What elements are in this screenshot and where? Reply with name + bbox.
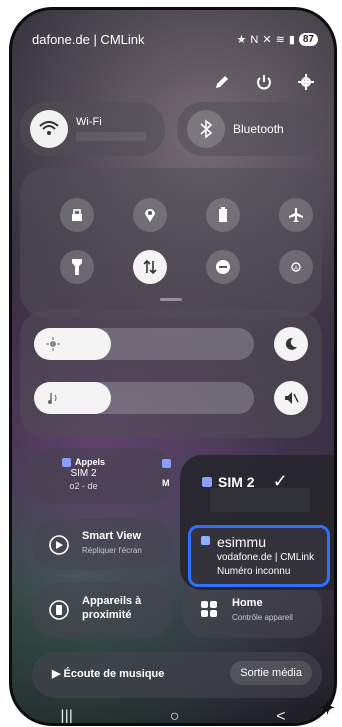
sim-icon: [202, 476, 212, 487]
signal-icon: ▮: [288, 34, 295, 46]
calls-title: Appels: [75, 457, 106, 467]
lock-icon[interactable]: [60, 198, 94, 232]
smart-view-tile[interactable]: Smart View Répliquer l'écran: [32, 518, 172, 570]
wifi-icon: [30, 110, 68, 148]
recents-button[interactable]: |||: [60, 708, 72, 723]
sim-selector-dropdown: SIM 2 ✓ esimmu vodafone.de | CMLink Numé…: [180, 455, 334, 590]
power-icon[interactable]: [256, 74, 272, 90]
sound-mode-icon[interactable]: [274, 381, 308, 415]
svg-text:A: A: [294, 266, 298, 272]
calls-sim: SIM 2: [70, 468, 97, 479]
sliders-panel: [20, 310, 322, 438]
media-output-bar[interactable]: ▶ Écoute de musique Sortie média: [32, 652, 322, 698]
home-tile[interactable]: Home Contrôle appareil: [182, 582, 322, 638]
bluetooth-toggle[interactable]: Bluetooth: [177, 102, 322, 156]
gear-icon[interactable]: [298, 74, 314, 90]
esim-number: Numéro inconnu: [217, 566, 291, 577]
music-note-icon: [48, 393, 57, 404]
wifi-status-icon: ≋: [275, 34, 285, 46]
smart-view-subtitle: Répliquer l'écran: [82, 546, 142, 555]
play-icon: ▶: [52, 668, 64, 680]
accessibility-icon[interactable]: ✦: [320, 698, 335, 719]
nearby-title-line2: proximité: [82, 609, 132, 621]
flashlight-icon[interactable]: [60, 250, 94, 284]
location-icon[interactable]: [133, 198, 167, 232]
home-title: Home: [232, 597, 263, 609]
back-button[interactable]: <: [276, 708, 285, 723]
nfc-icon: N: [250, 33, 259, 46]
top-actions: [214, 74, 314, 90]
grid-icon: [201, 601, 217, 617]
calls-sim-card[interactable]: Appels SIM 2 o2 - de: [32, 448, 170, 504]
data-transfer-icon[interactable]: [133, 250, 167, 284]
airplane-icon[interactable]: [279, 198, 313, 232]
music-label: Écoute de musique: [63, 668, 165, 680]
esim-operator: vodafone.de | CMLink: [217, 552, 315, 563]
calls-operator: o2 - de: [69, 481, 98, 491]
bluetooth-label: Bluetooth: [233, 122, 284, 136]
bluetooth-icon: [187, 110, 225, 148]
nearby-title-line1: Appareils à: [82, 595, 142, 607]
battery-saver-icon[interactable]: [206, 198, 240, 232]
wifi-network-name: [76, 132, 146, 141]
wifi-toggle[interactable]: Wi-Fi: [20, 102, 165, 156]
pencil-icon[interactable]: [214, 74, 230, 90]
navigation-bar: ||| ○ <: [12, 705, 334, 723]
home-subtitle: Contrôle appareil: [232, 613, 293, 622]
brightness-slider[interactable]: [34, 328, 254, 360]
quick-settings-grid: A: [20, 168, 322, 318]
do-not-disturb-icon[interactable]: [206, 250, 240, 284]
sim-icon: [162, 459, 171, 469]
wifi-label: Wi-Fi: [76, 116, 102, 128]
mute-icon: ✕: [262, 34, 272, 46]
sun-icon: [46, 337, 60, 351]
status-icons: ★ N ✕ ≋ ▮ 87: [237, 33, 318, 46]
status-bar: dafone.de | CMLink ★ N ✕ ≋ ▮ 87: [32, 32, 318, 47]
panel-drag-handle[interactable]: [160, 298, 182, 301]
volume-slider[interactable]: [34, 382, 254, 414]
home-button[interactable]: ○: [170, 708, 180, 723]
second-sim-card[interactable]: M: [162, 455, 182, 488]
star-icon: ★: [236, 34, 247, 46]
sim2-detail: [210, 488, 310, 512]
battery-badge: 87: [298, 33, 318, 46]
media-output-button[interactable]: Sortie média: [230, 661, 312, 685]
second-sim-prefix: M: [162, 478, 170, 488]
music-label-row: ▶ Écoute de musique: [52, 667, 164, 680]
smart-view-icon: [49, 535, 69, 555]
esim-name: esimmu: [217, 534, 267, 550]
phone-screen: dafone.de | CMLink ★ N ✕ ≋ ▮ 87 Wi-Fi Bl…: [12, 10, 334, 723]
dark-mode-icon[interactable]: [274, 327, 308, 361]
smart-view-title: Smart View: [82, 530, 142, 542]
nearby-devices-tile[interactable]: Appareils à proximité: [32, 582, 172, 638]
nearby-devices-icon: [49, 600, 69, 620]
carrier-text: dafone.de | CMLink: [32, 32, 145, 47]
esim-option[interactable]: esimmu vodafone.de | CMLink Numéro incon…: [188, 525, 330, 587]
sim-icon: [62, 458, 71, 468]
sim-icon: [201, 536, 210, 545]
eye-comfort-icon[interactable]: A: [279, 250, 313, 284]
